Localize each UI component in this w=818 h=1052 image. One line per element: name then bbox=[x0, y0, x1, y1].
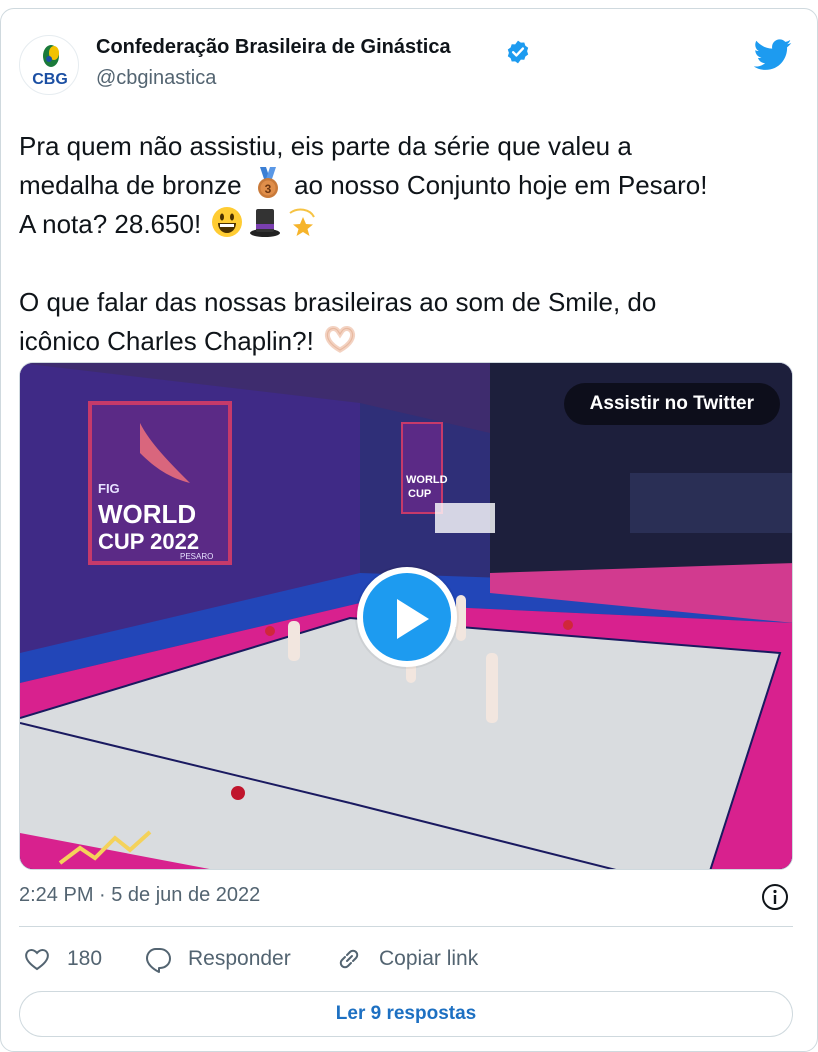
tweet-line-part: medalha de bronze bbox=[19, 170, 242, 200]
verified-badge-icon bbox=[507, 40, 529, 64]
tweet-line-part: A nota? 28.650! bbox=[19, 209, 202, 239]
tweet-card: CBG Confederação Brasileira de Ginástica… bbox=[0, 8, 818, 1052]
divider bbox=[19, 926, 793, 927]
tweet-line: O que falar das nossas brasileiras ao so… bbox=[19, 287, 657, 317]
reply-button[interactable]: Responder bbox=[144, 942, 291, 976]
banner-text: PESARO bbox=[180, 552, 213, 561]
side-banner-text: CUP bbox=[408, 488, 431, 500]
author-avatar[interactable]: CBG bbox=[19, 35, 79, 95]
tweet-timestamp[interactable]: 2:24 PM · 5 de jun de 2022 bbox=[19, 884, 260, 907]
heart-hands-emoji bbox=[325, 326, 356, 353]
tweet-line-part: icônico Charles Chaplin?! bbox=[19, 326, 314, 356]
play-button-circle bbox=[363, 573, 451, 661]
copy-link-button[interactable]: Copiar link bbox=[335, 942, 478, 976]
banner-text: CUP 2022 bbox=[98, 529, 199, 554]
like-button[interactable]: 180 bbox=[23, 942, 102, 976]
svg-text:3: 3 bbox=[265, 182, 272, 196]
twitter-bird-icon[interactable] bbox=[754, 39, 792, 71]
banner-text: FIG bbox=[98, 481, 120, 496]
tweet-line: icônico Charles Chaplin?! bbox=[19, 322, 809, 361]
tweet-line-part: ao nosso Conjunto hoje em Pesaro! bbox=[294, 170, 708, 200]
reply-label: Responder bbox=[188, 947, 291, 970]
tweet-line: Pra quem não assistiu, eis parte da séri… bbox=[19, 131, 632, 161]
copy-link-label: Copiar link bbox=[379, 947, 479, 970]
video-player[interactable]: FIG WORLD CUP 2022 PESARO WORLD CUP Assi… bbox=[19, 362, 793, 870]
tweet-line: A nota? 28.650! bbox=[19, 205, 809, 244]
link-icon bbox=[339, 949, 359, 969]
info-icon[interactable] bbox=[761, 883, 789, 911]
heart-icon bbox=[25, 949, 49, 971]
avatar-text: CBG bbox=[32, 71, 68, 88]
author-handle[interactable]: @cbginastica bbox=[96, 67, 216, 90]
side-banner-text: WORLD bbox=[406, 474, 448, 486]
play-icon bbox=[397, 599, 429, 639]
watch-on-twitter-badge[interactable]: Assistir no Twitter bbox=[563, 383, 780, 425]
tweet-text: Pra quem não assistiu, eis parte da séri… bbox=[19, 127, 809, 361]
reply-icon bbox=[146, 948, 171, 973]
banner-text: WORLD bbox=[98, 499, 196, 529]
cbg-logo-icon: CBG bbox=[32, 45, 68, 88]
author-name[interactable]: Confederação Brasileira de Ginástica bbox=[96, 36, 451, 59]
grinning-emoji bbox=[212, 207, 243, 237]
top-hat-emoji bbox=[250, 209, 281, 237]
like-count: 180 bbox=[67, 947, 103, 970]
dizzy-emoji bbox=[289, 208, 316, 236]
tweet-line: medalha de bronze 3 ao nosso Conjunto ho… bbox=[19, 166, 809, 205]
medal-emoji: 3 bbox=[257, 167, 278, 198]
read-replies-button[interactable]: Ler 9 respostas bbox=[19, 991, 793, 1037]
play-button[interactable] bbox=[357, 567, 457, 667]
